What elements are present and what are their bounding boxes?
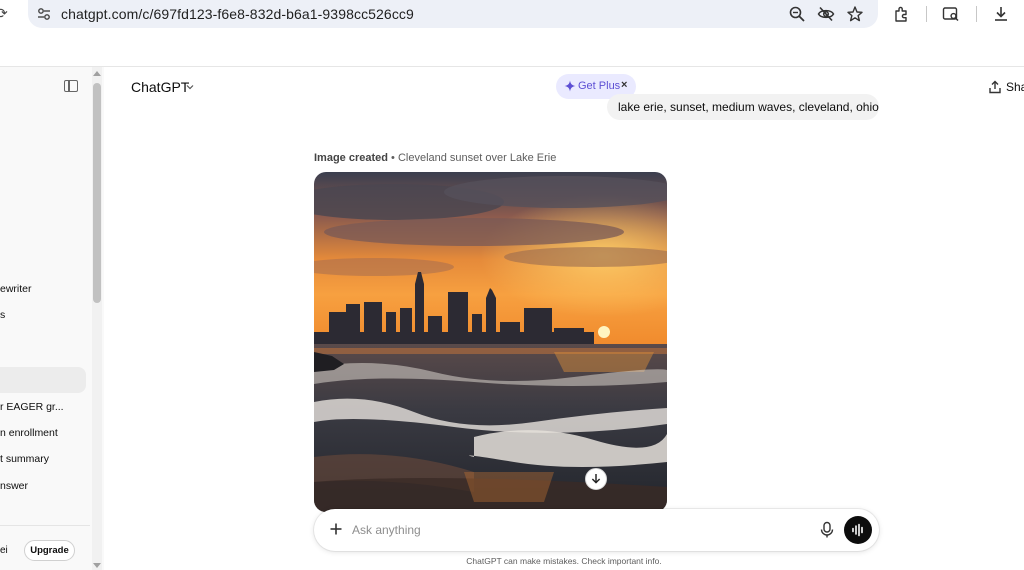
search-tabs-icon[interactable] bbox=[942, 5, 960, 23]
sidebar-chat-item[interactable]: ewriter bbox=[0, 283, 32, 295]
download-icon[interactable] bbox=[992, 5, 1010, 23]
user-name[interactable]: ei bbox=[0, 545, 8, 556]
scroll-down-icon[interactable] bbox=[93, 563, 101, 568]
share-label: Sha bbox=[1006, 80, 1024, 94]
microphone-icon[interactable] bbox=[819, 521, 835, 539]
site-settings-icon[interactable] bbox=[36, 6, 52, 22]
scroll-up-icon[interactable] bbox=[93, 71, 101, 76]
model-selector[interactable]: ChatGPT bbox=[131, 79, 189, 95]
sidebar-chat-item[interactable]: nswer bbox=[0, 480, 28, 492]
add-attachment-icon[interactable] bbox=[328, 521, 344, 537]
address-bar[interactable]: chatgpt.com/c/697fd123-f6e8-832d-b6a1-93… bbox=[28, 0, 878, 28]
sidebar-chat-item[interactable]: n enrollment bbox=[0, 427, 58, 439]
prompt-input[interactable] bbox=[352, 520, 772, 540]
sidebar-active-highlight[interactable] bbox=[0, 367, 86, 393]
sidebar-scrollbar-thumb[interactable] bbox=[93, 83, 101, 303]
get-plus-label: Get Plus bbox=[578, 80, 621, 92]
sunset-skyline-image bbox=[314, 172, 667, 512]
upgrade-button[interactable]: Upgrade bbox=[24, 540, 75, 561]
user-message: lake erie, sunset, medium waves, clevela… bbox=[607, 94, 879, 120]
disclaimer-text: ChatGPT can make mistakes. Check importa… bbox=[466, 556, 662, 566]
share-button[interactable]: Sha bbox=[988, 79, 1024, 95]
chatgpt-app: ewriter s r EAGER gr... n enrollment t s… bbox=[0, 66, 1024, 570]
scroll-to-bottom-icon[interactable] bbox=[585, 468, 607, 490]
sparkle-icon bbox=[564, 80, 576, 92]
eye-off-icon[interactable] bbox=[817, 5, 835, 23]
url-text[interactable]: chatgpt.com/c/697fd123-f6e8-832d-b6a1-93… bbox=[61, 6, 414, 22]
bookmark-star-icon[interactable] bbox=[846, 5, 864, 23]
close-icon[interactable]: × bbox=[621, 79, 627, 91]
extensions-icon[interactable] bbox=[893, 5, 911, 23]
sidebar-toggle-icon[interactable] bbox=[64, 80, 78, 92]
image-caption-status: Image created bbox=[314, 152, 388, 164]
chevron-down-icon[interactable] bbox=[186, 83, 194, 91]
sidebar: ewriter s r EAGER gr... n enrollment t s… bbox=[0, 67, 104, 570]
chat-main: ChatGPT Get Plus × Sha lake erie, sunset… bbox=[104, 67, 1024, 570]
sidebar-divider bbox=[0, 525, 90, 526]
caption-separator: • bbox=[387, 152, 398, 164]
waveform-icon bbox=[852, 523, 863, 537]
toolbar-divider bbox=[926, 6, 927, 22]
reload-icon[interactable]: ⟳ bbox=[0, 6, 10, 20]
image-caption-title: Cleveland sunset over Lake Erie bbox=[397, 152, 557, 164]
image-caption: Image created • Cleveland sunset over La… bbox=[314, 152, 556, 164]
voice-mode-button[interactable] bbox=[844, 516, 872, 544]
sidebar-chat-item[interactable]: s bbox=[0, 309, 5, 321]
zoom-icon[interactable] bbox=[788, 5, 806, 23]
generated-image[interactable] bbox=[314, 172, 667, 512]
browser-toolbar: ⟳ chatgpt.com/c/697fd123-f6e8-832d-b6a1-… bbox=[0, 0, 1024, 30]
toolbar-divider bbox=[976, 6, 977, 22]
sidebar-chat-item[interactable]: r EAGER gr... bbox=[0, 401, 64, 413]
message-composer bbox=[314, 509, 879, 551]
share-icon bbox=[989, 80, 1001, 94]
sidebar-chat-item[interactable]: t summary bbox=[0, 453, 49, 465]
